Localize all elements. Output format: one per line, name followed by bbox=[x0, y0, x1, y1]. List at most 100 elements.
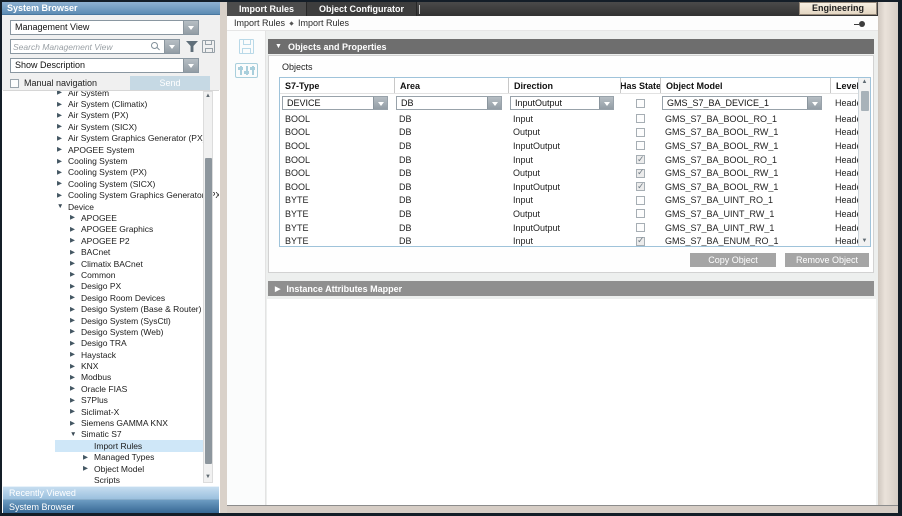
expand-arrow-icon[interactable]: ▶ bbox=[70, 395, 79, 406]
expand-arrow-icon[interactable]: ▶ bbox=[83, 463, 92, 474]
tree-item[interactable]: ▶Cooling System bbox=[3, 155, 219, 166]
engineering-mode-button[interactable]: Engineering bbox=[799, 2, 877, 15]
tree-item[interactable]: ▶Desigo PX bbox=[3, 281, 219, 292]
chevron-down-icon[interactable] bbox=[183, 59, 198, 72]
expand-arrow-icon[interactable]: ▶ bbox=[57, 178, 66, 189]
expand-arrow-icon[interactable]: ▶ bbox=[57, 144, 66, 155]
tree-item[interactable]: ▶APOGEE System bbox=[3, 144, 219, 155]
remove-object-button[interactable]: Remove Object bbox=[785, 253, 869, 267]
expand-arrow-icon[interactable]: ▶ bbox=[70, 326, 79, 337]
save-button[interactable] bbox=[239, 39, 254, 54]
table-row[interactable]: DEVICEDBInputOutputGMS_S7_BA_DEVICE_1Hea… bbox=[280, 94, 870, 112]
tree-item[interactable]: ▶Cooling System Graphics Generator (PX) bbox=[3, 190, 219, 201]
tree-item[interactable]: ▶APOGEE P2 bbox=[3, 235, 219, 246]
expand-arrow-icon[interactable]: ▶ bbox=[57, 133, 66, 144]
table-row[interactable]: BOOLDBInputGMS_S7_BA_BOOL_RO_1Header bbox=[280, 112, 870, 126]
send-button[interactable]: Send bbox=[130, 76, 210, 90]
tree-item[interactable]: ▶Air System (SICX) bbox=[3, 121, 219, 132]
expand-arrow-icon[interactable]: ▶ bbox=[57, 190, 66, 201]
scrollbar-thumb[interactable] bbox=[861, 91, 869, 111]
tree-item[interactable]: ▶Oracle FIAS bbox=[3, 383, 219, 394]
tab-import-rules[interactable]: Import Rules bbox=[227, 2, 307, 16]
expand-arrow-icon[interactable]: ▶ bbox=[70, 418, 79, 429]
search-input[interactable] bbox=[13, 40, 145, 53]
expand-arrow-icon[interactable]: ▶ bbox=[57, 156, 66, 167]
pane-splitter[interactable] bbox=[220, 2, 227, 513]
table-row[interactable]: BYTEDBInputGMS_S7_BA_UINT_RO_1Header bbox=[280, 194, 870, 208]
has-state-checkbox[interactable] bbox=[636, 141, 645, 150]
has-state-checkbox[interactable] bbox=[636, 128, 645, 137]
tree-item[interactable]: Import Rules bbox=[3, 440, 219, 451]
table-row[interactable]: BOOLDBInputGMS_S7_BA_BOOL_RO_1Header bbox=[280, 153, 870, 167]
chevron-down-icon[interactable] bbox=[599, 97, 613, 109]
expand-arrow-icon[interactable]: ▶ bbox=[70, 315, 79, 326]
expand-arrow-icon[interactable]: ▶ bbox=[70, 372, 79, 383]
expand-arrow-icon[interactable]: ▶ bbox=[70, 338, 79, 349]
direction-select[interactable]: InputOutput bbox=[510, 96, 614, 110]
system-browser-bar[interactable]: System Browser bbox=[3, 499, 219, 513]
s7-type-select[interactable]: DEVICE bbox=[282, 96, 388, 110]
expand-arrow-icon[interactable]: ▶ bbox=[57, 99, 66, 110]
scroll-down-icon[interactable]: ▼ bbox=[859, 237, 870, 246]
has-state-checkbox[interactable] bbox=[636, 99, 645, 108]
table-row[interactable]: BOOLDBInputOutputGMS_S7_BA_BOOL_RW_1Head… bbox=[280, 139, 870, 153]
collapse-arrow-icon[interactable]: ▼ bbox=[57, 201, 66, 212]
table-row[interactable]: BOOLDBInputOutputGMS_S7_BA_BOOL_RW_1Head… bbox=[280, 180, 870, 194]
table-row[interactable]: BYTEDBInputOutputGMS_S7_BA_UINT_RW_1Head… bbox=[280, 221, 870, 235]
expand-arrow-icon[interactable]: ▶ bbox=[70, 212, 79, 223]
chevron-down-icon[interactable] bbox=[373, 97, 387, 109]
pin-icon[interactable] bbox=[859, 21, 865, 27]
expand-arrow-icon[interactable]: ▶ bbox=[70, 281, 79, 292]
tree-item[interactable]: ▶Climatix BACnet bbox=[3, 258, 219, 269]
expand-arrow-icon[interactable]: ▶ bbox=[70, 361, 79, 372]
table-row[interactable]: BOOLDBOutputGMS_S7_BA_BOOL_RW_1Header bbox=[280, 126, 870, 140]
filter-icon[interactable] bbox=[186, 41, 198, 52]
tree-item[interactable]: ▶Desigo TRA bbox=[3, 338, 219, 349]
tree-item[interactable]: ▶Cooling System (PX) bbox=[3, 167, 219, 178]
has-state-checkbox[interactable] bbox=[636, 169, 645, 178]
tree-item[interactable]: ▶Desigo System (Web) bbox=[3, 326, 219, 337]
chevron-down-icon[interactable] bbox=[164, 40, 179, 53]
copy-object-button[interactable]: Copy Object bbox=[690, 253, 776, 267]
tree-item[interactable]: ▶Desigo System (SysCtl) bbox=[3, 315, 219, 326]
tree-item[interactable]: ▶Desigo System (Base & Router) bbox=[3, 303, 219, 314]
table-row[interactable]: BOOLDBOutputGMS_S7_BA_BOOL_RW_1Header bbox=[280, 166, 870, 180]
tree-scrollbar[interactable]: ▲ ▼ bbox=[203, 91, 213, 483]
breadcrumb-item[interactable]: Import Rules bbox=[231, 18, 288, 28]
has-state-checkbox[interactable] bbox=[636, 182, 645, 191]
tree-item[interactable]: ▶Siclimat-X bbox=[3, 406, 219, 417]
tree-item[interactable]: ▶Common bbox=[3, 269, 219, 280]
tree-item[interactable]: ▶Siemens GAMMA KNX bbox=[3, 417, 219, 428]
expand-arrow-icon[interactable]: ▶ bbox=[70, 383, 79, 394]
expand-arrow-icon[interactable]: ▶ bbox=[70, 224, 79, 235]
expand-icon[interactable]: ▶ bbox=[275, 285, 280, 293]
expand-arrow-icon[interactable]: ▶ bbox=[70, 304, 79, 315]
tree-item[interactable]: ▶Air System (PX) bbox=[3, 110, 219, 121]
expand-arrow-icon[interactable]: ▶ bbox=[70, 406, 79, 417]
scrollbar-thumb[interactable] bbox=[205, 158, 212, 464]
expand-arrow-icon[interactable]: ▶ bbox=[70, 292, 79, 303]
scroll-up-icon[interactable]: ▲ bbox=[204, 92, 212, 101]
tree-item[interactable]: ▶Modbus bbox=[3, 372, 219, 383]
breadcrumb-item[interactable]: Import Rules bbox=[295, 18, 352, 28]
instance-attributes-mapper-expander[interactable]: ▶ Instance Attributes Mapper bbox=[268, 281, 874, 296]
expand-arrow-icon[interactable]: ▶ bbox=[83, 452, 92, 463]
tree-item[interactable]: ▶Managed Types bbox=[3, 452, 219, 463]
tree-item[interactable]: ▶Haystack bbox=[3, 349, 219, 360]
tree-item[interactable]: ▶Desigo Room Devices bbox=[3, 292, 219, 303]
tree-item[interactable]: ▶Air System bbox=[3, 90, 219, 98]
settings-sliders-button[interactable] bbox=[235, 63, 258, 78]
chevron-down-icon[interactable] bbox=[487, 97, 501, 109]
manual-navigation-checkbox[interactable] bbox=[10, 79, 19, 88]
area-select[interactable]: DB bbox=[396, 96, 502, 110]
tree-item[interactable]: ▶BACnet bbox=[3, 246, 219, 257]
table-scrollbar[interactable]: ▲ ▼ bbox=[858, 78, 870, 246]
table-row[interactable]: BYTEDBInputGMS_S7_BA_ENUM_RO_1Header bbox=[280, 234, 870, 248]
chevron-down-icon[interactable] bbox=[807, 97, 821, 109]
has-state-checkbox[interactable] bbox=[636, 223, 645, 232]
has-state-checkbox[interactable] bbox=[636, 209, 645, 218]
tree-item[interactable]: Scripts bbox=[3, 474, 219, 484]
tree-item[interactable]: ▶Air System (Climatix) bbox=[3, 98, 219, 109]
expand-arrow-icon[interactable]: ▶ bbox=[57, 121, 66, 132]
objects-and-properties-expander[interactable]: ▼ Objects and Properties bbox=[268, 39, 874, 54]
